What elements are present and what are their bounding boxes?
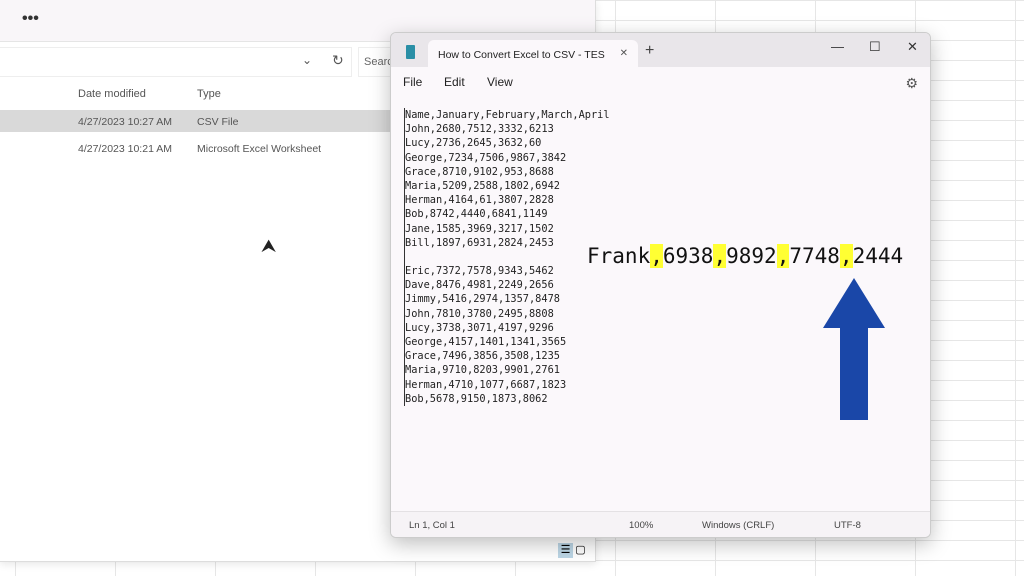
text-line: Jane,1585,3969,3217,1502 (405, 222, 554, 235)
close-tab-icon[interactable]: ✕ (620, 48, 628, 59)
text-line: Maria,5209,2588,1802,6942 (405, 179, 560, 192)
text-line: George,4157,1401,1341,3565 (405, 336, 567, 348)
mouse-pointer-icon: ⮝ (261, 236, 277, 256)
close-icon[interactable]: ✕ (907, 39, 918, 55)
highlighted-comma: , (839, 244, 853, 268)
highlighted-comma: , (776, 244, 790, 268)
status-bar: Ln 1, Col 1 100% Windows (CRLF) UTF-8 (391, 511, 930, 537)
text-line: John,2680,7512,3332,6213 (405, 123, 554, 136)
zoom-level: 100% (629, 520, 654, 531)
notepad-icon (406, 45, 415, 59)
column-header-date[interactable]: Date modified (78, 88, 146, 100)
text-line: Bill,1897,6931,2824,2453 (405, 236, 554, 249)
text-editor[interactable]: Name,January,February,March,April John,26… (404, 108, 610, 406)
view-toggle: ☰ ▢ (558, 543, 588, 558)
text-line: Grace,8710,9102,953,8688 (405, 165, 554, 178)
text-line: Herman,4164,61,3807,2828 (405, 194, 554, 207)
refresh-icon[interactable]: ↻ (332, 52, 344, 69)
line-ending: Windows (CRLF) (702, 520, 775, 531)
more-options-button[interactable]: ••• (22, 10, 39, 28)
menu-view[interactable]: View (487, 75, 513, 89)
highlighted-comma: , (650, 244, 663, 268)
text-line: Lucy,2736,2645,3632,60 (405, 137, 542, 150)
text-line: Bob,5678,9150,1873,8062 (405, 392, 548, 405)
text-line: Eric,7372,7578,9343,5462 (405, 265, 554, 278)
text-line (405, 250, 610, 264)
menu-file[interactable]: File (403, 75, 422, 89)
text-line: Jimmy,5416,2974,1357,8478 (405, 293, 560, 306)
menu-edit[interactable]: Edit (444, 75, 465, 89)
text-line: George,7234,7506,9867,3842 (405, 151, 567, 164)
chevron-down-icon[interactable]: ⌄ (302, 53, 312, 67)
title-bar: How to Convert Excel to CSV - TES ✕ + — … (391, 33, 930, 67)
text-line: Maria,9710,8203,9901,2761 (405, 364, 560, 377)
maximize-icon[interactable]: ☐ (869, 39, 881, 55)
text-line: Grace,7496,3856,3508,1235 (405, 350, 560, 363)
arrow-up-icon (823, 278, 885, 420)
gear-icon[interactable]: ⚙ (905, 75, 918, 92)
text-line: Bob,8742,4440,6841,1149 (405, 208, 548, 221)
encoding: UTF-8 (834, 520, 861, 531)
csv-value: 9892 (726, 244, 777, 268)
tab-document[interactable]: How to Convert Excel to CSV - TES ✕ (428, 40, 638, 67)
csv-value: 7748 (789, 244, 840, 268)
tab-title: How to Convert Excel to CSV - TES (438, 49, 605, 61)
highlighted-comma: , (713, 244, 727, 268)
csv-value: Frank (587, 244, 651, 268)
details-view-icon[interactable]: ☰ (558, 543, 573, 558)
text-line: Name,January,February,March,April (405, 109, 610, 121)
address-bar[interactable]: ⌄ ↻ (0, 47, 352, 77)
file-date: 4/27/2023 10:27 AM (78, 116, 172, 128)
column-header-type[interactable]: Type (197, 88, 221, 100)
text-line: Dave,8476,4981,2249,2656 (405, 279, 554, 292)
file-type: CSV File (197, 116, 239, 128)
csv-value: 2444 (852, 244, 904, 268)
minimize-icon[interactable]: — (831, 39, 844, 54)
text-line: Herman,4710,1077,6687,1823 (405, 378, 567, 391)
file-type: Microsoft Excel Worksheet (197, 143, 322, 155)
tiles-view-icon[interactable]: ▢ (573, 543, 588, 558)
file-date: 4/27/2023 10:21 AM (78, 143, 172, 155)
csv-value: 6938 (662, 244, 714, 268)
menu-bar: File Edit View ⚙ (391, 67, 930, 97)
highlighted-csv-line: Frank,6938,9892,7748,2444 (587, 244, 903, 268)
text-line: John,7810,3780,2495,8808 (405, 307, 554, 320)
cursor-position: Ln 1, Col 1 (409, 520, 455, 531)
new-tab-icon[interactable]: + (645, 42, 654, 60)
text-line: Lucy,3738,3071,4197,9296 (405, 321, 554, 334)
